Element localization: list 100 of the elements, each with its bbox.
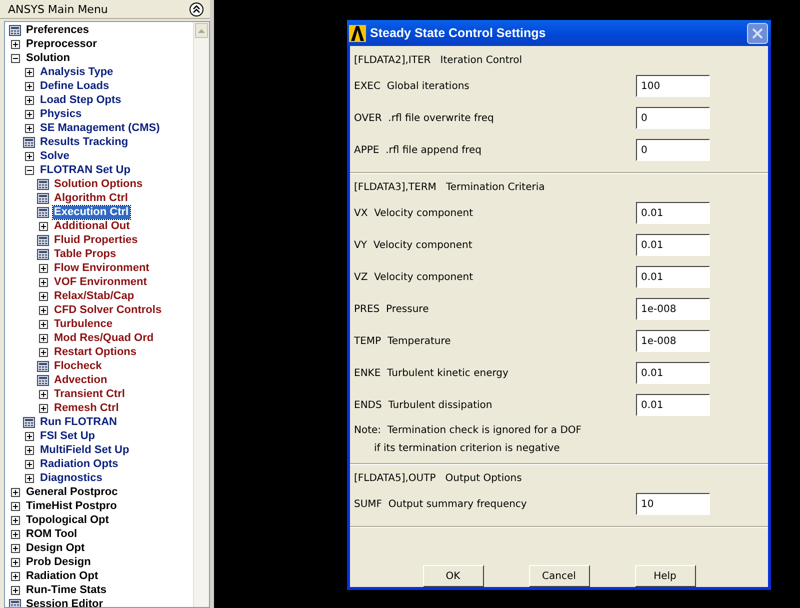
- calculator-icon: [9, 598, 21, 607]
- menu-item[interactable]: Prob Design: [25, 556, 92, 568]
- input-field[interactable]: 100: [636, 75, 710, 97]
- expand-icon[interactable]: [38, 348, 48, 356]
- expand-icon[interactable]: [24, 110, 34, 118]
- expand-icon[interactable]: [38, 334, 48, 342]
- menu-item[interactable]: Preprocessor: [25, 38, 98, 50]
- input-field[interactable]: 0.01: [636, 362, 710, 384]
- expand-icon[interactable]: [10, 530, 20, 538]
- note-text: if its termination criterion is negative: [373, 442, 561, 456]
- menu-item[interactable]: Execution Ctrl: [53, 206, 130, 218]
- menu-item[interactable]: VOF Environment: [53, 276, 148, 288]
- input-field[interactable]: 10: [636, 493, 710, 515]
- menu-item[interactable]: FLOTRAN Set Up: [39, 164, 132, 176]
- menu-item[interactable]: General Postproc: [25, 486, 119, 498]
- expand-icon[interactable]: [10, 502, 20, 510]
- menu-item[interactable]: Additional Out: [53, 220, 131, 232]
- menu-item[interactable]: Session Editor: [25, 598, 104, 607]
- input-field[interactable]: 1e-008: [636, 330, 710, 352]
- field-label: TEMP Temperature: [354, 336, 451, 346]
- collapse-icon[interactable]: [10, 54, 20, 62]
- menu-item[interactable]: Radiation Opts: [39, 458, 120, 470]
- input-field[interactable]: 0.01: [636, 234, 710, 256]
- expand-icon[interactable]: [38, 404, 48, 412]
- expand-icon[interactable]: [10, 572, 20, 580]
- expand-icon[interactable]: [38, 292, 48, 300]
- expand-icon[interactable]: [24, 446, 34, 454]
- field-label: VZ Velocity component: [354, 272, 474, 282]
- expand-icon[interactable]: [24, 68, 34, 76]
- expand-icon[interactable]: [38, 264, 48, 272]
- calculator-icon: [37, 178, 49, 190]
- expand-icon[interactable]: [38, 278, 48, 286]
- menu-item[interactable]: Transient Ctrl: [53, 388, 126, 400]
- field-label: APPE .rfl file append freq: [354, 144, 482, 156]
- input-field[interactable]: 1e-008: [636, 298, 710, 320]
- menu-item[interactable]: Mod Res/Quad Ord: [53, 332, 155, 344]
- collapse-icon[interactable]: [24, 166, 34, 174]
- menu-item[interactable]: Results Tracking: [39, 136, 130, 148]
- menu-item[interactable]: FSI Set Up: [39, 430, 96, 442]
- menu-item[interactable]: Table Props: [53, 248, 118, 260]
- expand-icon[interactable]: [38, 222, 48, 230]
- menu-item[interactable]: Design Opt: [25, 542, 86, 554]
- menu-item[interactable]: Relax/Stab/Cap: [53, 290, 136, 302]
- menu-item[interactable]: Flow Environment: [53, 262, 150, 274]
- dialog-button[interactable]: Cancel: [528, 565, 590, 587]
- dialog-button[interactable]: Help: [634, 565, 696, 587]
- menu-item[interactable]: Topological Opt: [25, 514, 110, 526]
- expand-icon[interactable]: [38, 320, 48, 328]
- expand-icon[interactable]: [10, 40, 20, 48]
- dialog-title: Steady State Control Settings: [370, 26, 547, 40]
- menu-item[interactable]: SE Management (CMS): [39, 122, 161, 134]
- menu-item[interactable]: Advection: [53, 374, 108, 386]
- menu-item[interactable]: MultiField Set Up: [39, 444, 130, 456]
- expand-icon[interactable]: [10, 516, 20, 524]
- expand-icon[interactable]: [38, 390, 48, 398]
- menu-item[interactable]: Flocheck: [53, 360, 103, 372]
- expand-icon[interactable]: [24, 152, 34, 160]
- menu-item[interactable]: Run-Time Stats: [25, 584, 108, 596]
- calculator-icon: [37, 248, 49, 260]
- menu-item[interactable]: Diagnostics: [39, 472, 104, 484]
- menu-item[interactable]: Run FLOTRAN: [39, 416, 118, 428]
- expand-icon[interactable]: [10, 544, 20, 552]
- menu-item[interactable]: Restart Options: [53, 346, 138, 358]
- expand-icon[interactable]: [10, 488, 20, 496]
- menu-item[interactable]: Analysis Type: [39, 66, 114, 78]
- menu-item[interactable]: ROM Tool: [25, 528, 78, 540]
- menu-item[interactable]: Solution: [25, 52, 71, 64]
- menu-item[interactable]: Turbulence: [53, 318, 114, 330]
- expand-icon[interactable]: [38, 306, 48, 314]
- menu-item[interactable]: TimeHist Postpro: [25, 500, 118, 512]
- input-field[interactable]: 0.01: [636, 394, 710, 416]
- menu-item[interactable]: Solve: [39, 150, 70, 162]
- expand-icon[interactable]: [10, 586, 20, 594]
- expand-icon[interactable]: [24, 432, 34, 440]
- dialog-button[interactable]: OK: [422, 565, 484, 587]
- menu-item[interactable]: Fluid Properties: [53, 234, 139, 246]
- menu-item[interactable]: Physics: [39, 108, 83, 120]
- menu-item[interactable]: CFD Solver Controls: [53, 304, 163, 316]
- input-field[interactable]: 0.01: [636, 266, 710, 288]
- expand-icon[interactable]: [24, 82, 34, 90]
- expand-icon[interactable]: [24, 460, 34, 468]
- expand-icon[interactable]: [10, 558, 20, 566]
- menu-item[interactable]: Algorithm Ctrl: [53, 192, 129, 204]
- input-field[interactable]: 0.01: [636, 202, 710, 224]
- menu-item[interactable]: Define Loads: [39, 80, 110, 92]
- menu-item[interactable]: Solution Options: [53, 178, 144, 190]
- menu-item[interactable]: Radiation Opt: [25, 570, 100, 582]
- field-label: ENDS Turbulent dissipation: [354, 400, 492, 410]
- field-label: EXEC Global iterations: [354, 80, 470, 92]
- field-label: OVER .rfl file overwrite freq: [354, 112, 494, 124]
- expand-icon[interactable]: [24, 96, 34, 104]
- collapse-icon[interactable]: [189, 2, 204, 16]
- menu-item[interactable]: Load Step Opts: [39, 94, 122, 106]
- input-field[interactable]: 0: [636, 107, 710, 129]
- expand-icon[interactable]: [24, 124, 34, 132]
- close-button[interactable]: [747, 22, 768, 44]
- input-field[interactable]: 0: [636, 139, 710, 161]
- menu-item[interactable]: Preferences: [25, 24, 90, 36]
- menu-item[interactable]: Remesh Ctrl: [53, 402, 120, 414]
- expand-icon[interactable]: [24, 474, 34, 482]
